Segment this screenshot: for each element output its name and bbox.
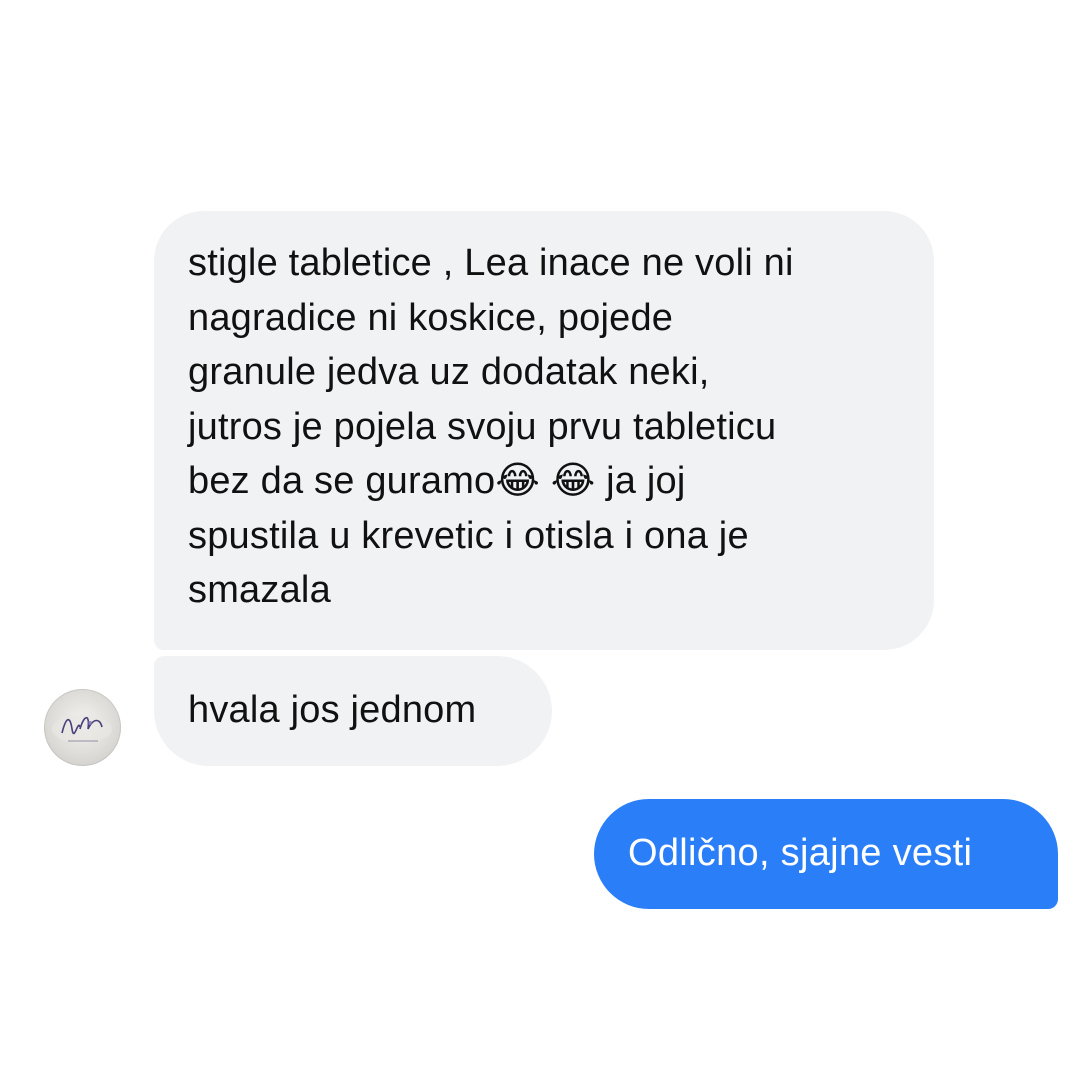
- incoming-message-bubble[interactable]: stigle tabletice , Lea inace ne voli ni …: [154, 211, 934, 650]
- chat-thread: stigle tabletice , Lea inace ne voli ni …: [0, 0, 1080, 1080]
- incoming-message-bubble[interactable]: hvala jos jednom: [154, 656, 552, 766]
- message-text: Odlično, sjajne vesti: [628, 832, 973, 874]
- message-text: hvala jos jednom: [188, 689, 477, 731]
- outgoing-message-bubble[interactable]: Odlično, sjajne vesti: [594, 799, 1058, 909]
- contact-avatar-logo-icon: [52, 715, 112, 743]
- message-text: stigle tabletice , Lea inace ne voli ni …: [188, 242, 794, 611]
- contact-avatar[interactable]: [44, 689, 121, 766]
